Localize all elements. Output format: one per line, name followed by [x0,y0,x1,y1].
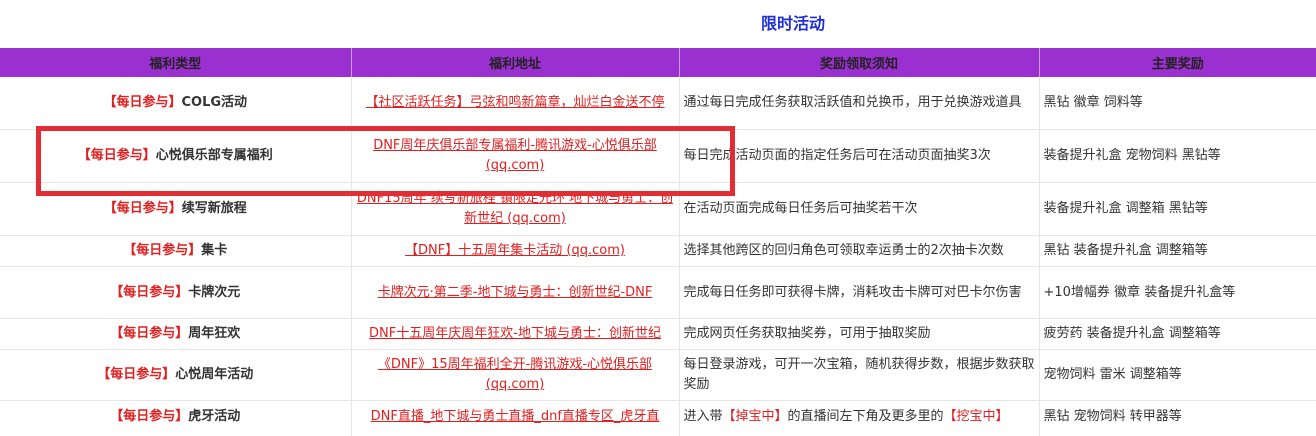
column-header-link: 福利地址 [351,48,680,77]
link-cell: DNF直播_地下城与勇士直播_dnf直播专区_虎牙直 [351,400,680,436]
type-cell: 【每日参与】集卡 [0,235,352,267]
activity-link[interactable]: DNF15周年 续写新旅程 镇限定光环 地下城与勇士：创新世纪 (qq.com) [357,191,673,226]
rewards-cell: 宠物饲料 雷米 调整箱等 [1039,349,1316,401]
type-label: 集卡 [201,243,228,258]
link-cell: 《DNF》15周年福利全开-腾讯游戏-心悦俱乐部 (qq.com) [351,349,680,401]
column-header-notes: 奖励领取须知 [679,48,1040,77]
activity-table: 福利类型 福利地址 奖励领取须知 主要奖励 【每日参与】COLG活动 【社区活跃… [0,48,1316,436]
table-row: 【每日参与】续写新旅程 DNF15周年 续写新旅程 镇限定光环 地下城与勇士：创… [0,182,1316,236]
link-cell: 【DNF】十五周年集卡活动 (qq.com) [351,235,680,267]
rewards-cell: 黑钻 宠物饲料 转甲器等 [1039,400,1316,436]
type-label: 心悦周年活动 [175,367,254,382]
type-label: 心悦俱乐部专属福利 [155,148,273,163]
link-cell: 卡牌次元·第二季-地下城与勇士：创新世纪-DNF [351,266,680,319]
type-label: 虎牙活动 [188,409,241,424]
daily-tag: 【每日参与】 [110,409,189,424]
type-cell: 【每日参与】续写新旅程 [0,182,352,236]
table-row: 【每日参与】心悦周年活动 《DNF》15周年福利全开-腾讯游戏-心悦俱乐部 (q… [0,349,1316,401]
rewards-cell: 装备提升礼盒 宠物饲料 黑钻等 [1039,129,1316,183]
activity-link[interactable]: 【社区活跃任务】弓弦和鸣新篇章，灿烂白金送不停 [365,95,664,110]
notes-cell: 选择其他跨区的回归角色可领取幸运勇士的2次抽卡次数 [679,235,1040,267]
link-cell: DNF十五周年庆周年狂欢-地下城与勇士：创新世纪 [351,318,680,350]
daily-tag: 【每日参与】 [103,201,182,216]
type-label: 卡牌次元 [188,284,241,300]
activity-link[interactable]: 《DNF》15周年福利全开-腾讯游戏-心悦俱乐部 (qq.com) [378,357,652,392]
link-cell: DNF周年庆俱乐部专属福利-腾讯游戏-心悦俱乐部 (qq.com) [351,129,680,183]
rewards-cell: 黑钻 徽章 饲料等 [1039,77,1316,130]
daily-tag: 【每日参与】 [110,284,189,300]
rewards-cell: 疲劳药 装备提升礼盒 调整箱等 [1039,318,1316,350]
activity-link[interactable]: DNF直播_地下城与勇士直播_dnf直播专区_虎牙直 [371,409,660,424]
page-title: 限时活动 [760,14,825,33]
notes-cell: 完成每日任务即可获得卡牌，消耗攻击卡牌可对巴卡尔伤害 [679,266,1040,319]
daily-tag: 【每日参与】 [110,326,189,341]
notes-text: 的直播间左下角及更多里的 [787,409,944,424]
column-header-rewards: 主要奖励 [1039,48,1316,77]
type-cell: 【每日参与】心悦周年活动 [0,349,352,401]
table-row: 【每日参与】卡牌次元 卡牌次元·第二季-地下城与勇士：创新世纪-DNF 完成每日… [0,266,1316,319]
notes-highlight: 【掉宝中】 [722,409,788,424]
activity-link[interactable]: 【DNF】十五周年集卡活动 (qq.com) [405,243,625,258]
notes-text: 进入带 [683,409,723,424]
table-row: 【每日参与】心悦俱乐部专属福利 DNF周年庆俱乐部专属福利-腾讯游戏-心悦俱乐部… [0,129,1316,183]
activity-link[interactable]: 卡牌次元·第二季-地下城与勇士：创新世纪-DNF [378,285,653,300]
notes-cell: 在活动页面完成每日任务后可抽奖若干次 [679,182,1040,236]
type-cell: 【每日参与】虎牙活动 [0,400,352,436]
notes-cell: 每日登录游戏，可开一次宝箱，随机获得步数，根据步数获取奖励 [679,349,1040,401]
table-header-row: 福利类型 福利地址 奖励领取须知 主要奖励 [0,48,1316,77]
type-cell: 【每日参与】心悦俱乐部专属福利 [0,129,352,183]
table-row: 【每日参与】虎牙活动 DNF直播_地下城与勇士直播_dnf直播专区_虎牙直 进入… [0,400,1316,436]
daily-tag: 【每日参与】 [77,148,156,163]
table-row: 【每日参与】COLG活动 【社区活跃任务】弓弦和鸣新篇章，灿烂白金送不停 通过每… [0,77,1316,130]
column-header-type: 福利类型 [0,48,352,77]
table-row: 【每日参与】集卡 【DNF】十五周年集卡活动 (qq.com) 选择其他跨区的回… [0,235,1316,267]
type-label: COLG活动 [181,95,248,110]
type-label: 续写新旅程 [181,201,247,216]
notes-cell: 通过每日完成任务获取活跃值和兑换币，用于兑换游戏道具 [679,77,1040,130]
rewards-cell: +10增幅券 徽章 装备提升礼盒等 [1039,266,1316,319]
link-cell: DNF15周年 续写新旅程 镇限定光环 地下城与勇士：创新世纪 (qq.com) [351,182,680,236]
type-label: 周年狂欢 [188,326,241,341]
type-cell: 【每日参与】周年狂欢 [0,318,352,350]
type-cell: 【每日参与】卡牌次元 [0,266,352,319]
type-cell: 【每日参与】COLG活动 [0,77,352,130]
table-row: 【每日参与】周年狂欢 DNF十五周年庆周年狂欢-地下城与勇士：创新世纪 完成网页… [0,318,1316,350]
rewards-cell: 黑钻 装备提升礼盒 调整箱等 [1039,235,1316,267]
notes-highlight: 【挖宝中】 [943,409,1009,424]
daily-tag: 【每日参与】 [97,367,176,382]
link-cell: 【社区活跃任务】弓弦和鸣新篇章，灿烂白金送不停 [351,77,680,130]
notes-cell: 进入带【掉宝中】的直播间左下角及更多里的【挖宝中】 [679,400,1040,436]
notes-cell: 每日完成活动页面的指定任务后可在活动页面抽奖3次 [679,129,1040,183]
daily-tag: 【每日参与】 [103,95,182,110]
activity-link[interactable]: DNF十五周年庆周年狂欢-地下城与勇士：创新世纪 [369,326,661,341]
rewards-cell: 装备提升礼盒 调整箱 黑钻等 [1039,182,1316,236]
daily-tag: 【每日参与】 [123,243,202,258]
notes-cell: 完成网页任务获取抽奖券，可用于抽取奖励 [679,318,1040,350]
activity-link[interactable]: DNF周年庆俱乐部专属福利-腾讯游戏-心悦俱乐部 (qq.com) [373,138,657,173]
